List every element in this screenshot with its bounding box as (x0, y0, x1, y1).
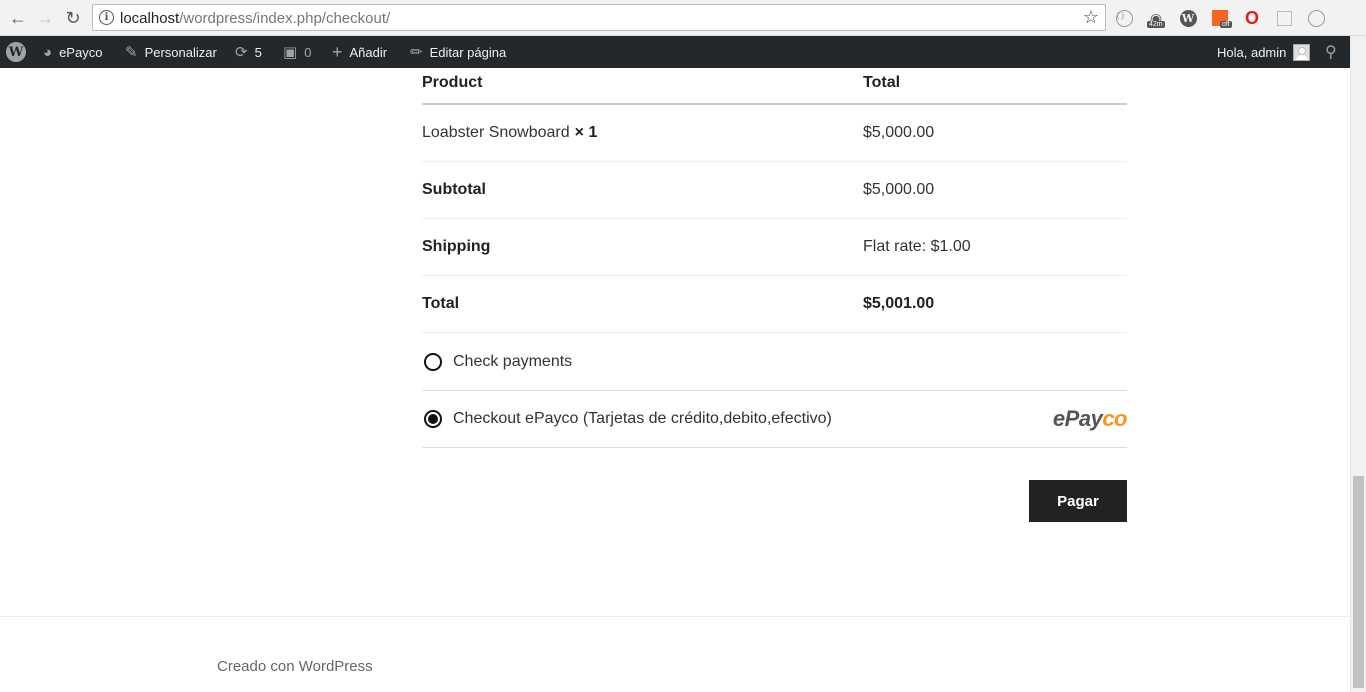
table-row: Loabster Snowboard × 1 $5,000.00 (422, 105, 1127, 162)
edit-page-menu[interactable]: ✏ Editar página (410, 36, 506, 68)
product-quantity: × 1 (574, 124, 598, 141)
payment-methods: Check payments Checkout ePayco (Tarjetas… (422, 334, 1127, 448)
grey-extension-icon[interactable] (1306, 8, 1326, 28)
search-icon: ⚲ (1325, 44, 1337, 61)
avatar (1293, 43, 1311, 61)
pay-button[interactable]: Pagar (1029, 480, 1127, 522)
wp-logo-menu[interactable]: W (6, 36, 26, 68)
subtotal-value: $5,000.00 (863, 181, 935, 198)
wp-admin-bar: W ◕ ePayco ✎ Personalizar ⟳ 5 ▣ 0 + Añad… (0, 36, 1366, 68)
address-bar[interactable]: i localhost/wordpress/index.php/checkout… (92, 4, 1106, 31)
total-label: Total (422, 295, 460, 312)
column-product: Product (422, 74, 483, 91)
customize-menu[interactable]: ✎ Personalizar (125, 36, 217, 68)
pencil-icon: ✏ (410, 44, 423, 61)
page-scrollbar[interactable] (1350, 36, 1366, 692)
product-name: Loabster Snowboard (422, 124, 570, 141)
extension-circle-icon[interactable]: ( ) (1114, 8, 1134, 28)
url-text[interactable]: localhost/wordpress/index.php/checkout/ (120, 10, 390, 27)
info-icon[interactable]: i (99, 10, 114, 25)
opera-extension-icon[interactable]: O (1242, 8, 1262, 28)
wordpress-logo-icon: W (6, 42, 26, 62)
site-name-menu[interactable]: ◕ ePayco (43, 36, 102, 68)
bookmark-star-icon[interactable]: ☆ (1083, 7, 1099, 28)
shipping-row: Shipping Flat rate: $1.00 (422, 219, 1127, 276)
epayco-logo: ePayco (1052, 406, 1128, 431)
subtotal-label: Subtotal (422, 181, 486, 198)
table-header: Product Total (422, 68, 1127, 105)
account-menu[interactable]: Hola, admin (1217, 36, 1311, 68)
footer-credit-link[interactable]: Creado con WordPress (217, 658, 373, 675)
back-icon[interactable]: ← (6, 6, 30, 30)
browser-toolbar: ← → ↻ i localhost/wordpress/index.php/ch… (0, 0, 1366, 36)
check-payments-radio[interactable] (424, 353, 442, 371)
scrollbar-thumb[interactable] (1353, 476, 1364, 688)
brush-icon: ✎ (125, 44, 138, 61)
order-review-table: Product Total Loabster Snowboard × 1 $5,0… (422, 68, 1127, 333)
shipping-label: Shipping (422, 238, 491, 255)
comments-menu[interactable]: ▣ 0 (283, 36, 311, 68)
timer-badge: 42m (1147, 21, 1165, 28)
forward-icon[interactable]: → (33, 6, 57, 30)
payment-method-check[interactable]: Check payments (422, 334, 1127, 391)
search-menu[interactable]: ⚲ (1325, 36, 1337, 68)
product-total: $5,000.00 (863, 124, 935, 141)
grid-extension-icon[interactable] (1274, 8, 1294, 28)
total-value: $5,001.00 (863, 295, 935, 312)
footer-divider (0, 616, 1350, 617)
shipping-value: Flat rate: $1.00 (863, 238, 971, 255)
checkout-page: Product Total Loabster Snowboard × 1 $5,0… (0, 68, 1350, 692)
comment-icon: ▣ (283, 44, 298, 61)
wordpress-extension-icon[interactable]: W (1178, 8, 1198, 28)
new-content-menu[interactable]: + Añadir (332, 36, 387, 68)
epayco-label[interactable]: Checkout ePayco (Tarjetas de crédito,deb… (453, 410, 832, 428)
reload-icon[interactable]: ↻ (61, 6, 85, 30)
subtotal-row: Subtotal $5,000.00 (422, 162, 1127, 219)
plus-icon: + (332, 41, 343, 62)
off-badge: off (1220, 21, 1232, 28)
column-total: Total (863, 74, 901, 91)
updates-icon: ⟳ (235, 44, 248, 61)
payment-method-epayco[interactable]: Checkout ePayco (Tarjetas de crédito,deb… (422, 391, 1127, 448)
total-row: Total $5,001.00 (422, 276, 1127, 333)
epayco-radio[interactable] (424, 410, 442, 428)
dashboard-icon: ◕ (43, 43, 53, 61)
updates-menu[interactable]: ⟳ 5 (235, 36, 262, 68)
check-payments-label[interactable]: Check payments (453, 353, 572, 371)
